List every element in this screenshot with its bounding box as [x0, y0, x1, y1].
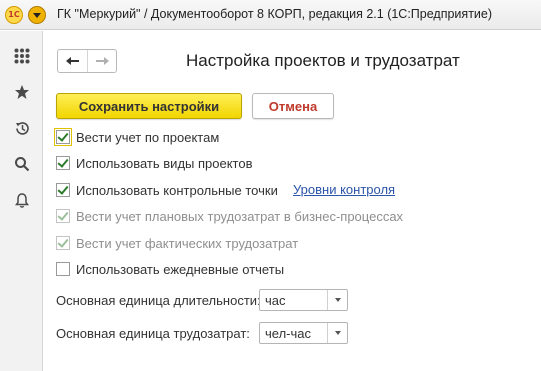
option-label: Вести учет по проектам — [76, 129, 220, 145]
option-label: Вести учет фактических трудозатрат — [76, 235, 299, 251]
bell-icon[interactable] — [11, 189, 33, 211]
option-label: Использовать контрольные точки — [76, 182, 278, 198]
main-menu-button[interactable] — [28, 6, 46, 24]
checkbox-track-projects[interactable] — [54, 128, 72, 146]
arrow-left-icon — [65, 57, 79, 65]
labor-unit-label: Основная единица трудозатрат: — [56, 326, 250, 341]
checkbox-daily-reports[interactable] — [56, 262, 70, 276]
title-bar: 1С ГК "Меркурий" / Документооборот 8 КОР… — [0, 0, 541, 30]
labor-unit-value: чел-час — [265, 325, 311, 341]
option-project-types[interactable]: Использовать виды проектов — [56, 154, 253, 172]
history-icon[interactable] — [11, 117, 33, 139]
star-icon[interactable] — [11, 81, 33, 103]
navigation-buttons — [57, 49, 117, 73]
forward-button[interactable] — [87, 50, 116, 72]
cancel-button[interactable]: Отмена — [252, 93, 334, 119]
control-levels-link[interactable]: Уровни контроля — [293, 182, 395, 197]
option-label: Вести учет плановых трудозатрат в бизнес… — [76, 208, 404, 224]
chevron-down-icon[interactable] — [327, 323, 347, 343]
checkbox-planned-labor — [56, 209, 70, 223]
sidebar — [0, 31, 43, 371]
duration-unit-label: Основная единица длительности: — [56, 293, 261, 308]
checkbox-project-types[interactable] — [56, 156, 70, 170]
arrow-right-icon — [96, 57, 109, 65]
app-logo-icon: 1С — [5, 6, 23, 24]
option-checkpoints[interactable]: Использовать контрольные точки — [56, 181, 278, 199]
search-icon[interactable] — [11, 153, 33, 175]
chevron-down-icon[interactable] — [327, 290, 347, 310]
back-button[interactable] — [58, 50, 87, 72]
window-title: ГК "Меркурий" / Документооборот 8 КОРП, … — [57, 7, 493, 21]
checkbox-actual-labor — [56, 236, 70, 250]
page-title: Настройка проектов и трудозатрат — [186, 51, 460, 70]
option-label: Использовать ежедневные отчеты — [76, 261, 285, 277]
apps-grid-icon[interactable] — [11, 45, 33, 67]
labor-unit-select[interactable]: чел-час — [259, 322, 348, 344]
duration-unit-select[interactable]: час — [259, 289, 348, 311]
option-planned-labor: Вести учет плановых трудозатрат в бизнес… — [56, 207, 403, 225]
option-actual-labor: Вести учет фактических трудозатрат — [56, 234, 298, 252]
option-track-projects[interactable]: Вести учет по проектам — [54, 128, 220, 146]
option-daily-reports[interactable]: Использовать ежедневные отчеты — [56, 260, 284, 278]
save-settings-button[interactable]: Сохранить настройки — [56, 93, 242, 119]
duration-unit-value: час — [265, 292, 286, 308]
checkbox-checkpoints[interactable] — [56, 183, 70, 197]
option-label: Использовать виды проектов — [76, 155, 253, 171]
